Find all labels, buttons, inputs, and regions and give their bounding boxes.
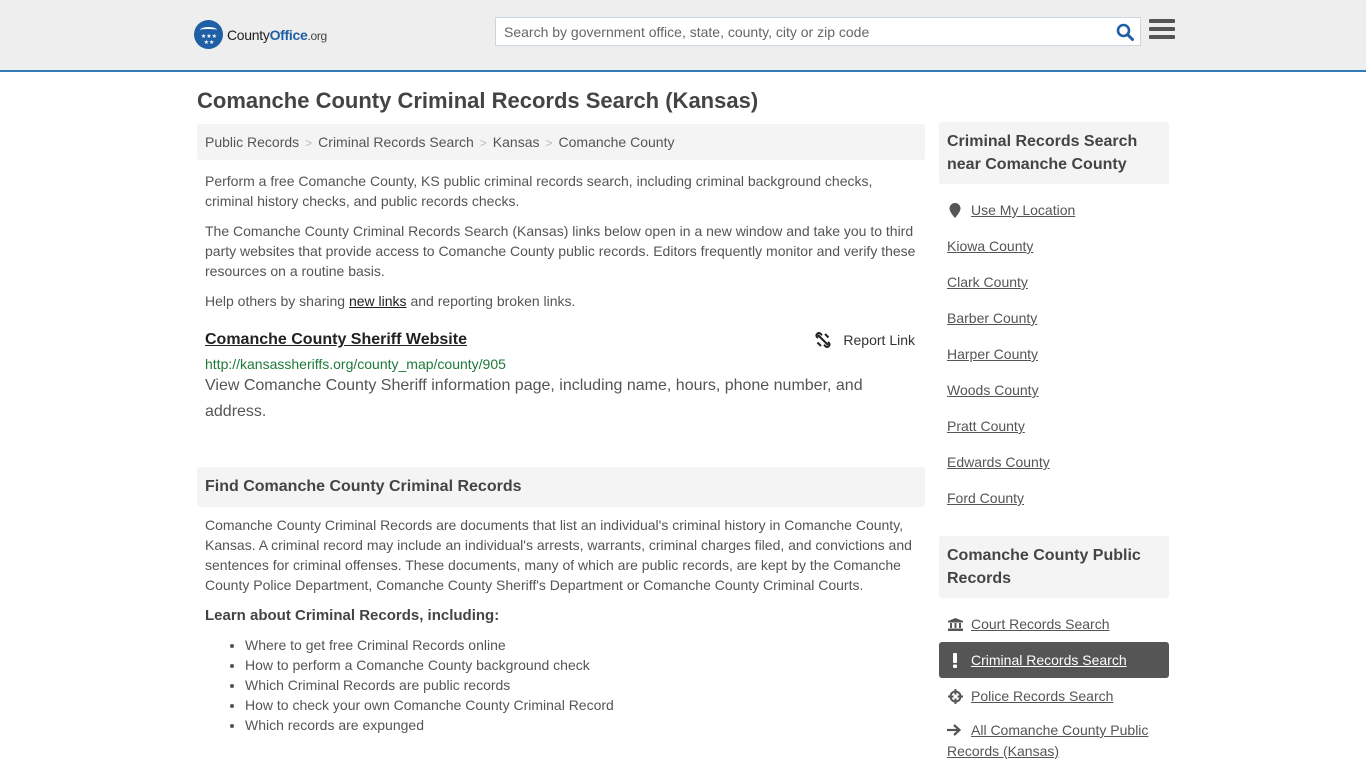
breadcrumb-criminal-records-search[interactable]: Criminal Records Search xyxy=(318,134,474,150)
sidebar-item-harper-county[interactable]: Harper County xyxy=(939,336,1169,372)
courthouse-icon xyxy=(947,617,963,631)
intro-paragraph-3: Help others by sharing new links and rep… xyxy=(205,293,576,309)
sidebar-item-woods-county[interactable]: Woods County xyxy=(939,372,1169,408)
county-link[interactable]: Woods County xyxy=(947,382,1039,398)
county-link[interactable]: Pratt County xyxy=(947,418,1025,434)
find-records-description: Comanche County Criminal Records are doc… xyxy=(205,517,912,593)
resource-description: View Comanche County Sheriff information… xyxy=(205,377,863,420)
county-link[interactable]: Clark County xyxy=(947,274,1028,290)
intro-paragraph-1: Perform a free Comanche County, KS publi… xyxy=(205,173,873,209)
sidebar-item-all-public-records[interactable]: All Comanche County Public Records (Kans… xyxy=(939,714,1169,761)
page-title: Comanche County Criminal Records Search … xyxy=(197,88,759,113)
county-link[interactable]: Kiowa County xyxy=(947,238,1033,254)
sidebar-item-barber-county[interactable]: Barber County xyxy=(939,300,1169,336)
breadcrumb-comanche-county[interactable]: Comanche County xyxy=(559,134,675,150)
resource-title-link[interactable]: Comanche County Sheriff Website xyxy=(205,331,467,349)
all-public-records-link[interactable]: All Comanche County Public Records (Kans… xyxy=(947,722,1148,759)
hamburger-menu-button[interactable] xyxy=(1149,19,1175,42)
search-icon xyxy=(1116,23,1134,41)
use-my-location-link[interactable]: Use My Location xyxy=(971,202,1075,218)
sidebar-nearby: Criminal Records Search near Comanche Co… xyxy=(939,122,1169,516)
county-link[interactable]: Barber County xyxy=(947,310,1037,326)
resource-url: http://kansassheriffs.org/county_map/cou… xyxy=(205,356,506,372)
sidebar-item-clark-county[interactable]: Clark County xyxy=(939,264,1169,300)
list-item: Where to get free Criminal Records onlin… xyxy=(245,635,614,655)
arrow-right-icon xyxy=(947,721,963,741)
sidebar-item-court-records[interactable]: Court Records Search xyxy=(939,606,1169,642)
crosshair-icon xyxy=(947,688,963,704)
sidebar-public-records: Comanche County Public Records Court Rec… xyxy=(939,536,1169,761)
breadcrumb-separator: > xyxy=(479,136,487,150)
menu-icon-bar xyxy=(1149,19,1175,23)
search-button[interactable] xyxy=(1116,23,1134,41)
exclamation-icon xyxy=(947,652,963,668)
find-records-heading: Find Comanche County Criminal Records xyxy=(197,467,925,507)
new-links-link[interactable]: new links xyxy=(349,293,407,309)
list-item: How to perform a Comanche County backgro… xyxy=(245,655,614,675)
sidebar-public-records-heading: Comanche County Public Records xyxy=(939,536,1169,598)
breadcrumb-kansas[interactable]: Kansas xyxy=(493,134,540,150)
breadcrumb-public-records[interactable]: Public Records xyxy=(205,134,299,150)
county-link[interactable]: Harper County xyxy=(947,346,1038,362)
menu-icon-bar xyxy=(1149,27,1175,31)
site-logo[interactable]: ★★★ ★★ CountyOffice.org xyxy=(194,20,327,49)
breadcrumb-separator: > xyxy=(545,136,553,150)
learn-about-list: Where to get free Criminal Records onlin… xyxy=(245,635,614,735)
use-my-location[interactable]: Use My Location xyxy=(939,192,1169,228)
county-link[interactable]: Ford County xyxy=(947,490,1024,506)
criminal-records-link[interactable]: Criminal Records Search xyxy=(971,652,1127,668)
court-records-link[interactable]: Court Records Search xyxy=(971,616,1110,632)
breadcrumb-separator: > xyxy=(305,136,313,150)
sidebar-item-police-records[interactable]: Police Records Search xyxy=(939,678,1169,714)
logo-text: CountyOffice.org xyxy=(227,26,327,43)
menu-icon-bar xyxy=(1149,35,1175,39)
learn-about-heading: Learn about Criminal Records, including: xyxy=(205,607,500,624)
broken-link-icon xyxy=(815,332,831,348)
search-input[interactable] xyxy=(496,18,1106,45)
sidebar-item-pratt-county[interactable]: Pratt County xyxy=(939,408,1169,444)
intro-text: Perform a free Comanche County, KS publi… xyxy=(205,171,920,321)
list-item: Which Criminal Records are public record… xyxy=(245,675,614,695)
report-link-label: Report Link xyxy=(843,332,915,348)
list-item: How to check your own Comanche County Cr… xyxy=(245,695,614,715)
map-marker-icon xyxy=(947,202,963,218)
intro-paragraph-2: The Comanche County Criminal Records Sea… xyxy=(205,223,916,279)
eagle-logo-icon: ★★★ ★★ xyxy=(194,20,223,49)
report-link-button[interactable]: Report Link xyxy=(815,332,915,348)
county-link[interactable]: Edwards County xyxy=(947,454,1050,470)
sidebar-item-ford-county[interactable]: Ford County xyxy=(939,480,1169,516)
search-box xyxy=(495,17,1141,46)
list-item: Which records are expunged xyxy=(245,715,614,735)
sidebar-item-kiowa-county[interactable]: Kiowa County xyxy=(939,228,1169,264)
resource-listing: Comanche County Sheriff Website Report L… xyxy=(205,330,917,425)
breadcrumb: Public Records > Criminal Records Search > K… xyxy=(197,124,925,160)
top-header: ★★★ ★★ CountyOffice.org xyxy=(0,0,1366,72)
sidebar-item-criminal-records[interactable]: Criminal Records Search xyxy=(939,642,1169,678)
police-records-link[interactable]: Police Records Search xyxy=(971,688,1113,704)
sidebar-nearby-heading: Criminal Records Search near Comanche Co… xyxy=(939,122,1169,184)
sidebar-item-edwards-county[interactable]: Edwards County xyxy=(939,444,1169,480)
